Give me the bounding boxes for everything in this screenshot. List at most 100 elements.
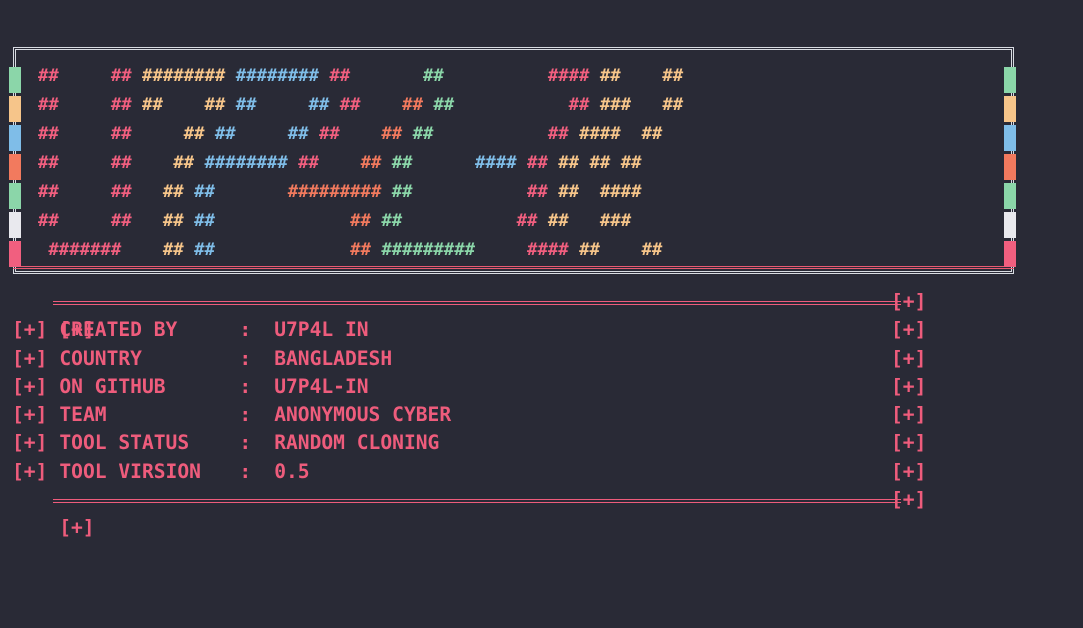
ascii-art-row: ## ## ## ######## ## ## ## #### ## ## ##… [38,149,642,177]
info-value: 0.5 [274,459,310,483]
ascii-art-segment: ## [350,240,382,260]
info-value: ANONYMOUS CYBER [274,403,452,427]
banner-color-stripe [1004,212,1016,238]
ascii-art-segment: ## [641,124,663,144]
banner-color-stripe [1004,241,1016,267]
info-row: [+] ON GITHUB: U7P4L-IN [+] [12,373,926,401]
info-key: ON GITHUB [59,374,166,398]
ascii-art-segment: ## [422,66,548,86]
divider [53,301,901,305]
prefix: [+] [12,431,48,455]
ascii-art-segment: ## [412,124,548,144]
ascii-art-segment: ## [318,124,382,144]
ascii-art-segment: ## [568,95,600,115]
ascii-art-segment: ## [194,211,351,231]
banner-color-stripe [9,125,21,151]
prefix: [+] [891,346,927,370]
ascii-art-segment: ## [173,153,205,173]
info-separator: : [239,459,252,483]
prefix: [+] [12,318,48,342]
ascii-art-segment: ## [381,211,517,231]
info-separator: : [239,318,252,342]
ascii-art-segment: ## ## [38,211,163,231]
banner-color-stripe [9,212,21,238]
info-value: U7P4L IN [274,318,369,342]
info-key: TOOL STATUS [59,431,190,455]
ascii-art-row: ## ## ## ## ######### ## ## ## #### [38,178,641,206]
ascii-art-segment: #### [547,66,600,86]
banner-color-stripe [9,96,21,122]
info-key: TOOL VIRSION [59,459,201,483]
banner-color-stripe [1004,67,1016,93]
ascii-art-row: ## ## ######## ######## ## ## #### ## ## [38,62,683,90]
prefix: [+] [12,374,48,398]
ascii-art-segment: ## [183,124,215,144]
banner-color-stripe [9,154,21,180]
ascii-art-segment: ######## [204,153,299,173]
ascii-art-segment: #### [579,124,642,144]
info-separator: : [239,346,252,370]
ascii-art-segment: ## [402,95,434,115]
banner-color-stripe [9,183,21,209]
info-row: [+] COUNTRY: BANGLADESH [+] [12,345,926,373]
ascii-art-segment: ## [298,153,361,173]
info-value: U7P4L-IN [274,374,369,398]
ascii-art-segment: ## ## [558,153,621,173]
ascii-art-row: ## ## ## ## ## ## ## ## ## #### ## [38,120,662,148]
ascii-art-segment: ## [360,153,392,173]
banner-color-stripe [9,67,21,93]
info-row: [+] TEAM: ANONYMOUS CYBER [+] [12,401,926,429]
info-separator: : [239,403,252,427]
prefix: [+] [12,459,48,483]
ascii-art-segment: ## [547,124,580,144]
ascii-art-row: ####### ## ## ## ######### #### ## ## [38,236,662,264]
ascii-art-row: ## ## ## ## ## ## ## ## ### [38,207,631,235]
info-key: TEAM [59,403,107,427]
prefix: [+] [891,403,927,427]
ascii-art-segment: ## [433,95,569,115]
prefix: [+] [12,346,48,370]
ascii-art-segment: ## ## [38,95,143,115]
prefix: [+] [891,374,927,398]
info-panel: [+] [+] [+] CREATED BY: U7P4L IN [+] [+] COUN… [12,288,926,539]
info-top-rule: [+] [+] [12,288,926,341]
ascii-art-segment: ######## [235,66,330,86]
ascii-art-segment: ####### [38,240,163,260]
banner-color-stripe [1004,125,1016,151]
info-row: [+] CREATED BY: U7P4L IN [+] [12,316,926,344]
ascii-art-segment: ## [162,211,195,231]
ascii-art-segment: ## ## [38,66,143,86]
info-value: RANDOM CLONING [274,431,440,455]
ascii-art-segment: ## [620,153,642,173]
ascii-art-segment: #### [475,153,528,173]
ascii-art-segment: ### [599,95,663,115]
ascii-art-row: ## ## ## ## ## ## ## ## ## ## ### ## [38,91,683,119]
banner-color-stripe [1004,96,1016,122]
ascii-art-segment: ## [391,153,476,173]
ascii-art-segment: ## [162,240,195,260]
ascii-art-segment: ## [194,182,288,202]
info-bottom-rule: [+] [+] [12,486,926,539]
ascii-art-segment: ## ## [38,182,163,202]
ascii-art-segment: ######### [287,182,392,202]
info-separator: : [239,374,252,398]
ascii-art-segment: ## [516,211,548,231]
banner-color-stripe [1004,183,1016,209]
ascii-art-segment: ## [329,66,423,86]
info-separator: : [239,431,252,455]
prefix: [+] [891,318,927,342]
prefix: [+] [59,516,95,540]
info-value: BANGLADESH [274,346,393,370]
prefix: [+] [891,431,927,455]
info-rows: [+] CREATED BY: U7P4L IN [+] [+] COUNTRY: BANG… [12,316,926,486]
prefix: [+] [891,459,927,483]
prefix: [+] [891,290,927,313]
info-row: [+] TOOL STATUS: RANDOM CLONING [+] [12,429,926,457]
prefix: [+] [891,488,927,512]
ascii-art-segment: ## ## [235,95,340,115]
ascii-art-segment: ## ## [38,124,184,144]
ascii-art-segment: ## [381,124,413,144]
ascii-art-segment: ## [662,95,684,115]
ascii-art-segment: ## ## [214,124,319,144]
ascii-art-segment: ## [527,153,559,173]
